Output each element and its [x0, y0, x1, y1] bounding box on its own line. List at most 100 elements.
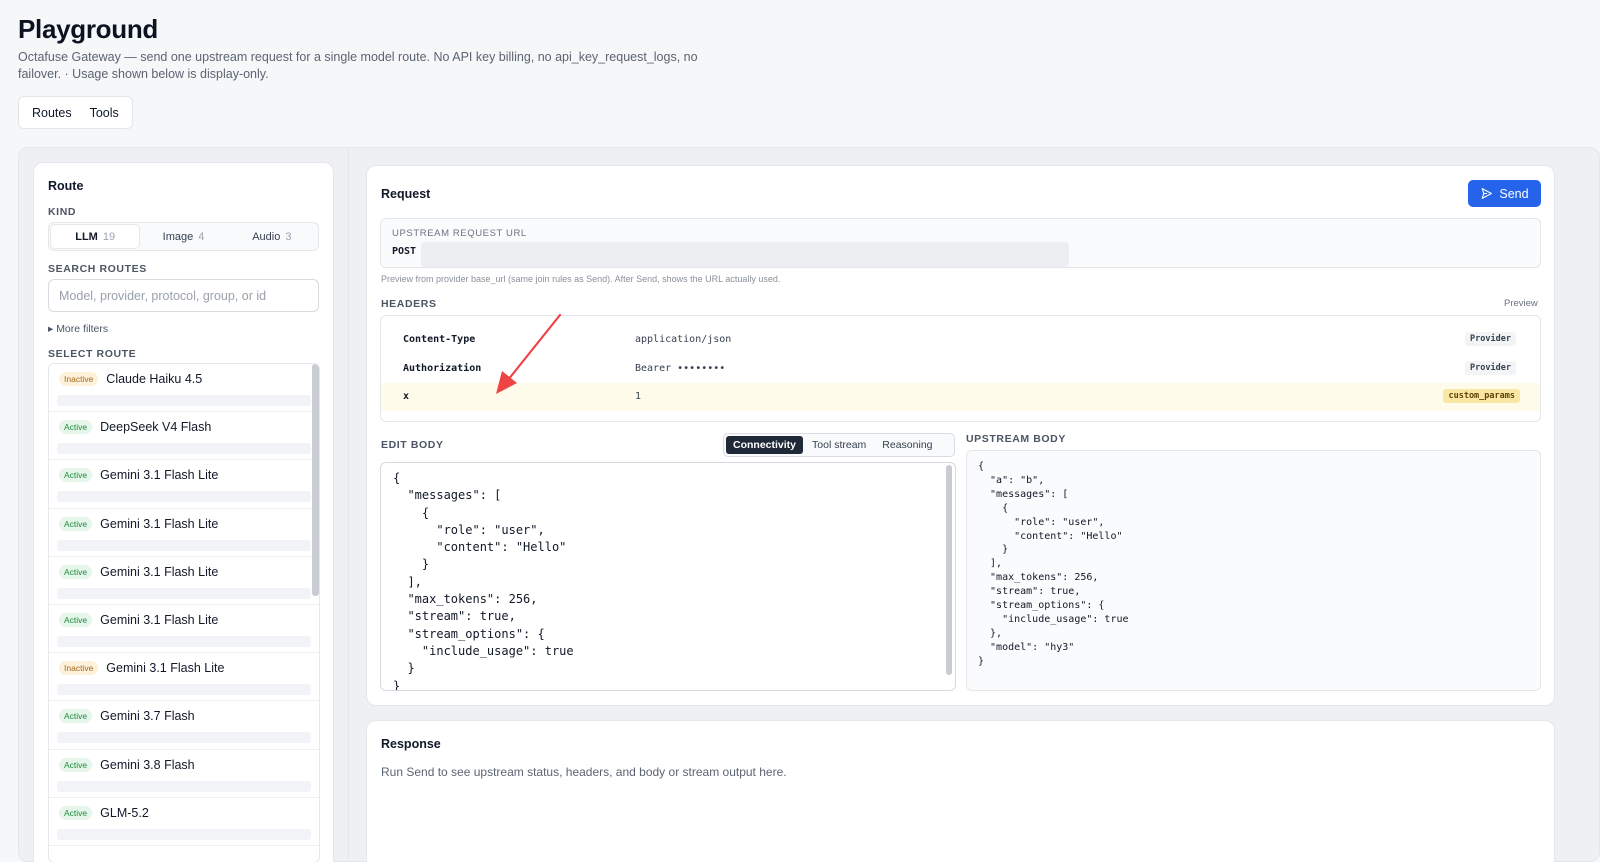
route-status-badge: Active: [59, 468, 93, 483]
route-name: GLM-5.2: [100, 805, 149, 820]
route-item-row: Inactive Gemini 3.1 Flash Lite: [59, 661, 224, 676]
header-source-badge: Provider: [1465, 361, 1516, 375]
route-panel-title: Route: [48, 179, 84, 193]
route-list-item[interactable]: Active DeepSeek V4 Flash: [49, 412, 319, 461]
route-list-item[interactable]: Active Gemini 3.1 Flash Lite: [49, 605, 319, 654]
route-list-item[interactable]: Inactive Claude Haiku 4.5: [49, 364, 319, 413]
header-key: Content-Type: [403, 334, 476, 345]
send-button[interactable]: Send: [1468, 180, 1541, 207]
search-label: SEARCH ROUTES: [48, 263, 147, 275]
kind-option-llm[interactable]: LLM 19: [51, 225, 140, 248]
editor-scrollbar[interactable]: [946, 465, 952, 675]
route-list-item[interactable]: Active Gemini 3.1 Flash Lite: [49, 509, 319, 557]
route-name: Gemini 3.1 Flash Lite: [100, 612, 219, 627]
edit-body-label: EDIT BODY: [381, 439, 444, 451]
route-list: Inactive Claude Haiku 4.5 Active DeepSeek V…: [48, 363, 320, 862]
upstream-body-preview: { "a": "b", "messages": [ { "role": "use…: [966, 450, 1541, 691]
edit-body-text[interactable]: { "messages": [ { "role": "user", "conte…: [393, 470, 574, 690]
kind-option-label: Image: [162, 230, 194, 243]
route-status-badge: Active: [59, 516, 93, 531]
kind-option-audio[interactable]: Audio 3: [228, 225, 316, 248]
header-value: application/json: [635, 334, 732, 345]
route-name: DeepSeek V4 Flash: [100, 420, 212, 435]
upstream-url-box: UPSTREAM REQUEST URL POST: [380, 218, 1541, 268]
kind-option-label: Audio: [252, 230, 281, 243]
route-meta-redacted: [57, 539, 311, 551]
route-meta-redacted: [57, 491, 311, 503]
route-list-item[interactable]: Active Gemini 3.1 Flash Lite: [49, 460, 319, 509]
route-status-badge: Active: [59, 709, 93, 724]
preset-tab-connectivity[interactable]: Connectivity: [726, 436, 804, 454]
route-item-row: Active Gemini 3.1 Flash Lite: [59, 468, 219, 483]
kind-label: KIND: [48, 206, 77, 218]
route-status-badge: Inactive: [59, 661, 99, 676]
route-list-item[interactable]: Inactive Gemini 3.1 Flash Lite: [49, 653, 319, 702]
route-item-row: Active DeepSeek V4 Flash: [59, 420, 212, 435]
kind-option-count: 3: [285, 230, 292, 243]
route-item-row: Active Gemini 3.7 Flash: [59, 709, 195, 724]
upstream-body-text: { "a": "b", "messages": [ { "role": "use…: [978, 461, 1129, 667]
header-source-badge: custom_params: [1443, 389, 1520, 403]
route-list-item[interactable]: Active Gemini 3.7 Flash: [49, 701, 319, 750]
route-list-item[interactable]: Active Gemini 3.1 Flash Lite: [49, 557, 319, 605]
url-value-redacted: [421, 242, 1069, 267]
send-button-label: Send: [1499, 186, 1529, 201]
route-item-row: Active Gemini 3.1 Flash Lite: [59, 516, 219, 531]
route-list-item[interactable]: Active Gemini 3.8 Flash: [49, 750, 319, 798]
header-key: Authorization: [403, 363, 482, 374]
route-name: Gemini 3.7 Flash: [100, 709, 195, 724]
route-meta-redacted: [57, 684, 311, 696]
route-panel: Route KIND LLM 19 Image 4 Audio 3 SEARCH RO…: [33, 162, 334, 862]
search-routes-input[interactable]: [48, 279, 319, 312]
route-status-badge: Active: [59, 805, 93, 820]
response-title: Response: [381, 737, 441, 751]
route-status-badge: Active: [59, 757, 93, 772]
more-filters-toggle[interactable]: ▸ More filters: [48, 323, 108, 335]
select-route-label: SELECT ROUTE: [48, 348, 137, 360]
route-item-row: Active Gemini 3.1 Flash Lite: [59, 612, 219, 627]
route-status-badge: Active: [59, 420, 93, 435]
panel-divider: [348, 148, 349, 862]
header-key: x: [403, 391, 410, 402]
route-meta-redacted: [57, 780, 311, 792]
tab-tools[interactable]: Tools: [81, 106, 128, 120]
route-name: Gemini 3.8 Flash: [100, 757, 195, 772]
header-value: Bearer ••••••••: [635, 363, 726, 374]
headers-table: Content-Type application/json Provider A…: [380, 315, 1541, 422]
preset-tab-tool-stream[interactable]: Tool stream: [805, 436, 873, 454]
edit-body-editor[interactable]: { "messages": [ { "role": "user", "conte…: [380, 462, 956, 691]
page-subtitle: Octafuse Gateway — send one upstream req…: [18, 50, 698, 81]
route-list-scrollbar[interactable]: [312, 364, 319, 596]
route-meta-redacted: [57, 587, 311, 599]
request-title: Request: [381, 187, 431, 201]
tab-routes[interactable]: Routes: [23, 106, 81, 120]
route-name: Gemini 3.1 Flash Lite: [100, 564, 219, 579]
kind-option-count: 19: [102, 230, 116, 243]
header-value: 1: [635, 391, 642, 402]
header-row-highlighted: x 1 custom_params: [381, 383, 1540, 411]
route-item-row: Active Gemini 3.8 Flash: [59, 757, 195, 772]
route-meta-redacted: [57, 828, 311, 840]
route-list-item[interactable]: Active GLM-5.2: [49, 798, 319, 846]
route-name: Gemini 3.1 Flash Lite: [100, 516, 219, 531]
route-name: Gemini 3.1 Flash Lite: [100, 468, 219, 483]
route-meta-redacted: [57, 395, 311, 406]
header-row: Authorization Bearer •••••••• Provider: [381, 355, 1540, 383]
http-method: POST: [392, 246, 417, 257]
route-meta-redacted: [57, 635, 311, 647]
kind-option-count: 4: [198, 230, 205, 243]
route-status-badge: Active: [59, 612, 93, 627]
response-card: [366, 720, 1555, 862]
kind-option-image[interactable]: Image 4: [139, 225, 227, 248]
header-source-badge: Provider: [1465, 332, 1516, 346]
route-meta-redacted: [57, 443, 311, 455]
upstream-body-label: UPSTREAM BODY: [966, 433, 1066, 445]
preset-tab-reasoning[interactable]: Reasoning: [875, 436, 939, 454]
send-icon: [1482, 188, 1493, 199]
body-preset-tabs: Connectivity Tool stream Reasoning: [723, 433, 955, 457]
route-status-badge: Active: [59, 564, 93, 579]
kind-selector: LLM 19 Image 4 Audio 3: [48, 222, 319, 251]
response-placeholder: Run Send to see upstream status, headers…: [381, 765, 787, 779]
route-status-badge: Inactive: [59, 372, 99, 386]
route-item-row: Active GLM-5.2: [59, 805, 149, 820]
